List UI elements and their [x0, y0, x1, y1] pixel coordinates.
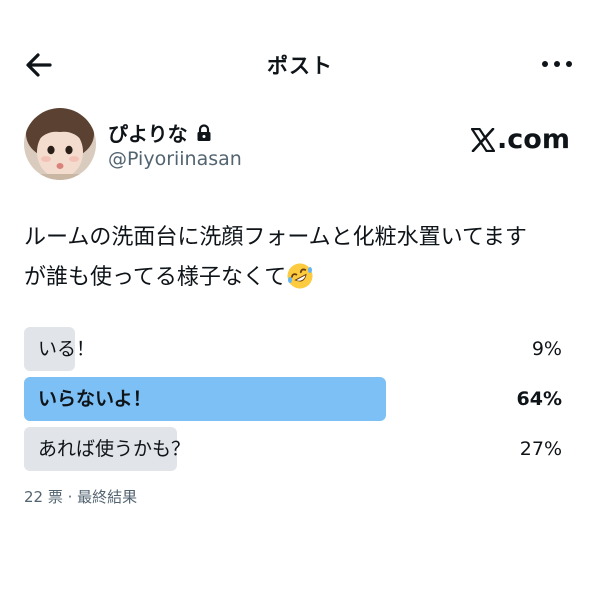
avatar[interactable]: [24, 108, 96, 180]
x-logo-icon: [471, 127, 496, 152]
author-handle[interactable]: @Piyoriinasan: [108, 148, 242, 170]
poll-vote-summary: 22 票 · 最終結果: [24, 488, 138, 506]
poll-option[interactable]: あれば使うかも？ 27%: [24, 427, 564, 471]
poll-option-percent: 64%: [516, 388, 562, 410]
poll-option-label: いらないよ！: [38, 388, 152, 410]
post-text-line: ルームの洗面台に洗顔フォームと化粧水置いてます: [24, 225, 527, 250]
poll-option[interactable]: いる！ 9%: [24, 327, 564, 371]
post-text: ルームの洗面台に洗顔フォームと化粧水置いてます が誰も使ってる様子なくて: [24, 218, 584, 298]
post-text-line: が誰も使ってる様子なくて: [24, 265, 287, 290]
poll-option-percent: 27%: [519, 438, 562, 460]
lock-icon: [197, 123, 211, 141]
author-display-name[interactable]: ぴよりな: [108, 118, 188, 147]
author-name-row[interactable]: ぴよりな: [108, 118, 212, 147]
more-horizontal-icon: [542, 61, 572, 67]
brand-domain: .com: [497, 124, 570, 155]
poll-option-percent: 9%: [531, 338, 562, 360]
x-com-logo: .com: [471, 124, 570, 155]
poll-option-label: あれば使うかも？: [38, 438, 191, 460]
poll-option-label: いる！: [38, 338, 96, 360]
poll-option[interactable]: いらないよ！ 64%: [24, 377, 564, 421]
more-options-button[interactable]: [540, 52, 574, 76]
top-bar: ポスト: [0, 0, 600, 130]
page-title: ポスト: [267, 54, 333, 78]
rolling-on-floor-laughing-emoji: [287, 263, 313, 289]
